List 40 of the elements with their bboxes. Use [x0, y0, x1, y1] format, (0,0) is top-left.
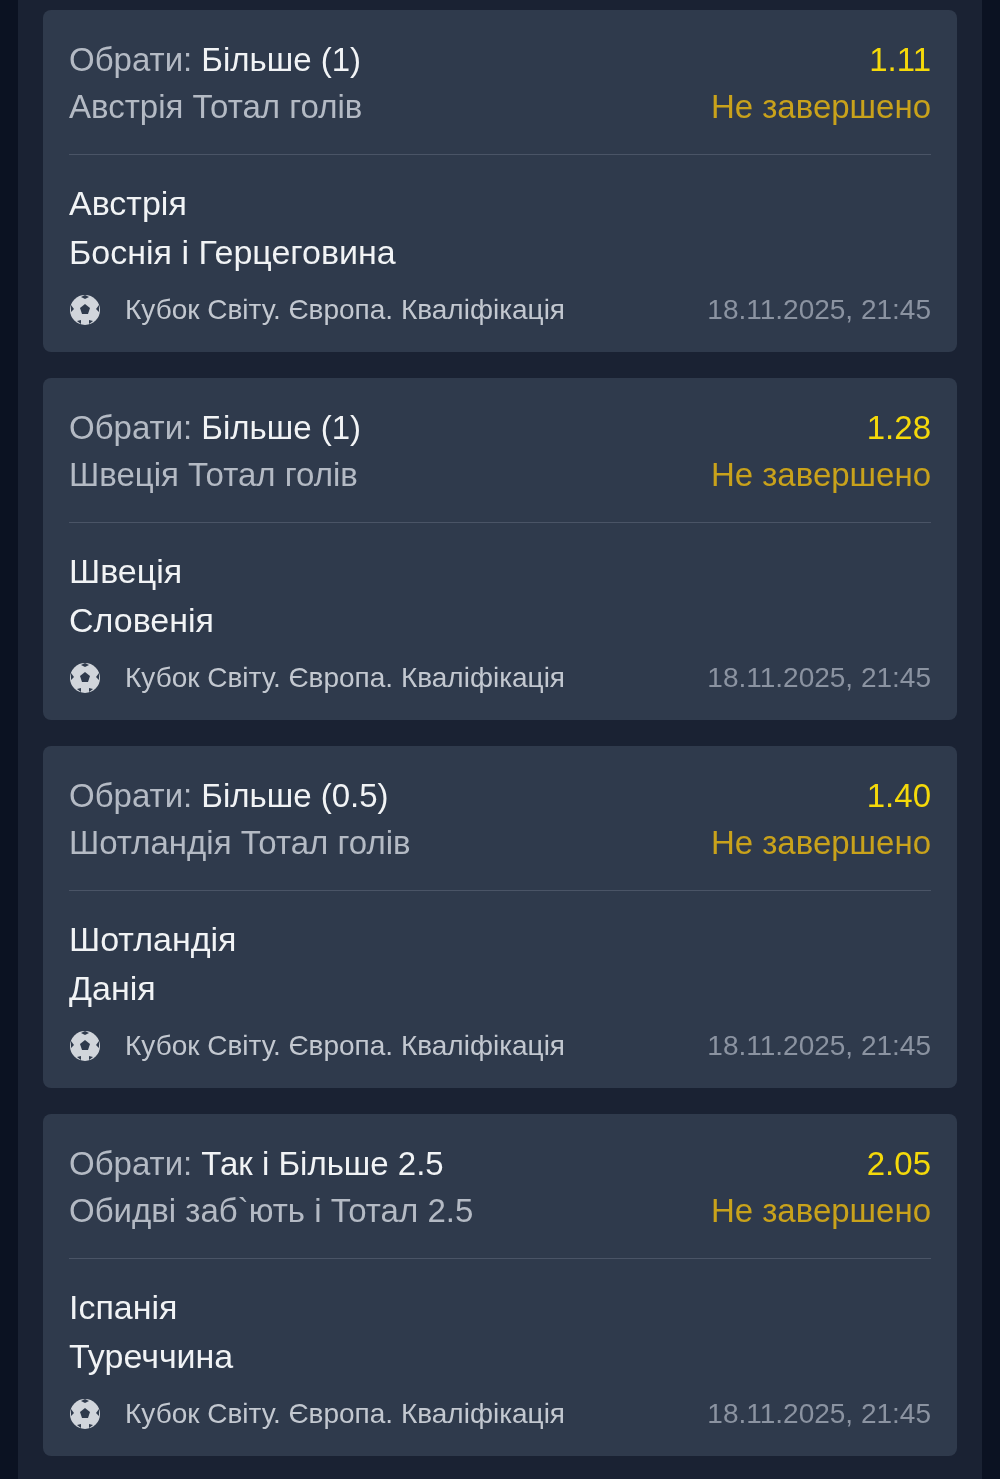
pick-value: Так і Більше 2.5 — [201, 1144, 444, 1184]
odds-value: 1.40 — [866, 776, 931, 816]
market-name: Шотландія Тотал голів — [69, 823, 411, 863]
pick-label: Обрати: — [69, 40, 193, 80]
team-name: Словенія — [69, 600, 215, 641]
match-datetime: 18.11.2025, 21:45 — [707, 1397, 931, 1431]
team-name: Шотландія — [69, 919, 238, 960]
match-datetime: 18.11.2025, 21:45 — [707, 1029, 931, 1063]
soccer-ball-icon — [69, 294, 101, 326]
team-name: Данія — [69, 968, 157, 1009]
market-name: Обидві заб`ють і Тотал 2.5 — [69, 1191, 474, 1231]
pick-label: Обрати: — [69, 408, 193, 448]
pick-label: Обрати: — [69, 776, 193, 816]
status-text: Не завершено — [710, 1191, 931, 1231]
status-text: Не завершено — [710, 87, 931, 127]
tournament-name: Кубок Світу. Європа. Кваліфікація — [125, 661, 566, 695]
soccer-ball-icon — [69, 1030, 101, 1062]
tournament-name: Кубок Світу. Європа. Кваліфікація — [125, 1397, 566, 1431]
tournament-name: Кубок Світу. Європа. Кваліфікація — [125, 1029, 566, 1063]
market-name: Швеція Тотал голів — [69, 455, 359, 495]
match-datetime: 18.11.2025, 21:45 — [707, 293, 931, 327]
market-name: Австрія Тотал голів — [69, 87, 363, 127]
tournament-name: Кубок Світу. Європа. Кваліфікація — [125, 293, 566, 327]
pick-value: Більше (1) — [201, 40, 362, 80]
team-name: Австрія — [69, 183, 188, 224]
pick-value: Більше (0.5) — [201, 776, 389, 816]
pick-value: Більше (1) — [201, 408, 362, 448]
status-text: Не завершено — [710, 455, 931, 495]
status-text: Не завершено — [710, 823, 931, 863]
pick-label: Обрати: — [69, 1144, 193, 1184]
odds-value: 2.05 — [866, 1144, 931, 1184]
odds-value: 1.11 — [869, 40, 931, 80]
team-name: Туреччина — [69, 1336, 235, 1377]
team-name: Боснія і Герцеговина — [69, 232, 397, 273]
soccer-ball-icon — [69, 662, 101, 694]
team-name: Швеція — [69, 551, 184, 592]
odds-value: 1.28 — [866, 408, 931, 448]
match-datetime: 18.11.2025, 21:45 — [707, 661, 931, 695]
soccer-ball-icon — [69, 1398, 101, 1430]
team-name: Іспанія — [69, 1287, 179, 1328]
